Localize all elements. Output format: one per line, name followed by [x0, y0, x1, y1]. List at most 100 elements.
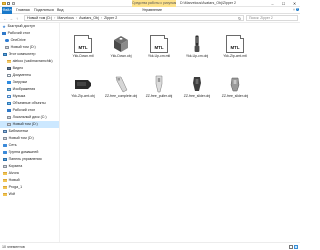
file-item[interactable]: MTL Ykk-Zip-cmt.mtl: [220, 27, 250, 63]
sidebar-item-music[interactable]: Музыка: [0, 93, 59, 100]
details-view-icon[interactable]: [288, 244, 293, 249]
sidebar-item-user-folder[interactable]: alekoo (vadimavramchik): [0, 58, 59, 65]
item-count: 10 элементов: [2, 244, 25, 249]
sidebar-item-documents[interactable]: Документы: [0, 72, 59, 79]
large-icons-view-icon[interactable]: [294, 244, 298, 249]
page-corner-icon: [163, 35, 168, 40]
library-icon: [3, 129, 7, 134]
quick-access-toolbar: [2, 1, 16, 6]
folder-icon: [7, 59, 11, 64]
pictures-icon: [7, 87, 11, 92]
mtl-file-icon: MTL: [150, 35, 168, 53]
sidebar-item-this-pc[interactable]: Этот компьютер: [0, 51, 59, 58]
file-name: ZZ-free_puller.obj: [145, 94, 173, 98]
file-name: Ykk-Zip-cmt.obj: [71, 94, 95, 98]
drive-icon: [3, 136, 7, 141]
recycle-bin-icon: [3, 164, 7, 169]
folder-icon: [3, 192, 7, 197]
sidebar-item-control-panel[interactable]: Панель управления: [0, 156, 59, 163]
file-badge: MTL: [230, 45, 240, 50]
sidebar-item-alvora[interactable]: Alvora: [0, 170, 59, 177]
sidebar-item-drive-c[interactable]: Локальный диск (C:): [0, 114, 59, 121]
breadcrumb-marvelous[interactable]: Marvelous: [57, 16, 74, 20]
drive-icon: [7, 122, 11, 127]
sidebar-item-desktop-2[interactable]: Рабочий стол: [0, 107, 59, 114]
file-name: ZZ-free_slider.obj: [221, 94, 249, 98]
zipper-slider-icon: [75, 80, 91, 89]
folder-icon: [3, 171, 7, 176]
sidebar-item-quick-access[interactable]: ★ Быстрый доступ: [0, 23, 59, 30]
zipper-head-icon: [193, 77, 201, 91]
file-item[interactable]: ZZ-free_slider.obj: [182, 67, 212, 103]
sidebar-item-3d-objects[interactable]: Объемные объекты: [0, 100, 59, 107]
file-name: ZZ-free_complete.obj: [104, 94, 138, 98]
file-name: Ykk-Down.obj: [110, 54, 132, 58]
sidebar-item-wdf[interactable]: Wdf: [0, 191, 59, 198]
file-item[interactable]: Ykk-Zip-cmt.obj: [68, 67, 98, 103]
breadcrumb-drive[interactable]: Новый том (D:): [27, 16, 52, 20]
star-icon: ★: [2, 23, 6, 29]
sidebar-item-recycle-bin[interactable]: Корзина: [0, 163, 59, 170]
up-button[interactable]: ↑: [16, 16, 18, 21]
window-controls: – ☐ ✕: [267, 0, 300, 7]
sidebar-item-drive-d-selected[interactable]: Новый том (D:): [0, 121, 59, 128]
refresh-icon[interactable]: ↻: [238, 16, 241, 21]
back-button[interactable]: ←: [3, 16, 7, 21]
sidebar-item-network[interactable]: Сеть: [0, 142, 59, 149]
picture-tools-context-tab[interactable]: Средства работы с рисунками: [132, 0, 176, 7]
zipper-puller-icon: [115, 76, 128, 93]
control-panel-icon: [3, 157, 7, 162]
expand-ribbon-icon[interactable]: ˅: [293, 8, 295, 12]
close-button[interactable]: ✕: [289, 0, 300, 7]
zipper-pull-icon: [194, 35, 200, 52]
search-input[interactable]: Поиск: Zipper 2: [246, 15, 298, 21]
sidebar-item-downloads[interactable]: Загрузки: [0, 79, 59, 86]
sidebar-item-onedrive[interactable]: OneDrive: [0, 37, 59, 44]
file-item[interactable]: Ykk-Up-cm.obj: [182, 27, 212, 63]
file-item[interactable]: Ykk-Down.obj: [106, 27, 136, 63]
downloads-icon: [7, 80, 11, 85]
file-name: Ykk-Down.mtl: [72, 54, 94, 58]
page-corner-icon: [239, 35, 244, 40]
file-item[interactable]: ZZ-free_complete.obj: [104, 67, 138, 103]
sidebar-item-drive-d[interactable]: Новый том (D:): [0, 44, 59, 51]
homegroup-icon: [3, 150, 7, 155]
sidebar-item-new[interactable]: Новый: [0, 177, 59, 184]
file-item[interactable]: MTL Ykk-Down.mtl: [68, 27, 98, 63]
help-icon[interactable]: ?: [295, 8, 299, 12]
breadcrumb-avatars-obj[interactable]: Avatars_Obj: [79, 16, 99, 20]
sidebar-item-libraries[interactable]: Библиотеки: [0, 128, 59, 135]
forward-button[interactable]: →: [9, 16, 13, 21]
sidebar-item-drive-d-3[interactable]: Новый том (D:): [0, 135, 59, 142]
sidebar-item-proga[interactable]: Proga_1: [0, 184, 59, 191]
sidebar-item-pictures[interactable]: Изображения: [0, 86, 59, 93]
navigation-pane[interactable]: ★ Быстрый доступ Рабочий стол OneDrive Но…: [0, 23, 60, 242]
file-list[interactable]: MTL Ykk-Down.mtl Ykk-Down.obj MTL Ykk-Up…: [60, 23, 300, 242]
file-item[interactable]: ZZ-free_puller.obj: [144, 67, 174, 103]
file-item[interactable]: MTL Ykk-Up-cm.mtl: [144, 27, 174, 63]
sidebar-item-video[interactable]: Видео: [0, 65, 59, 72]
view-switcher: [288, 244, 298, 249]
minimize-button[interactable]: –: [267, 0, 278, 7]
video-icon: [7, 66, 11, 71]
music-icon: [7, 94, 11, 99]
mtl-file-icon: MTL: [226, 35, 244, 53]
file-name: ZZ-free_slider.obj: [183, 94, 211, 98]
3d-objects-icon: [7, 101, 11, 106]
sidebar-item-desktop[interactable]: Рабочий стол: [0, 30, 59, 37]
maximize-button[interactable]: ☐: [278, 0, 289, 7]
status-bar: 10 элементов: [0, 242, 300, 250]
3d-cube-icon: [114, 36, 128, 52]
chevron-right-icon: ›: [54, 16, 56, 20]
properties-icon[interactable]: [6, 1, 11, 6]
new-folder-icon[interactable]: [11, 1, 16, 6]
chevron-right-icon: ›: [100, 16, 103, 20]
breadcrumb-zipper-2[interactable]: Zipper 2: [104, 16, 117, 20]
file-name: Ykk-Up-cm.mtl: [147, 54, 171, 58]
file-item[interactable]: ZZ-free_slider.obj: [220, 67, 250, 103]
sidebar-item-homegroup[interactable]: Группа домашней: [0, 149, 59, 156]
mtl-file-icon: MTL: [74, 35, 92, 53]
address-bar[interactable]: Новый том (D:) › Marvelous › Avatars_Obj…: [24, 15, 244, 21]
folder-icon[interactable]: [2, 1, 6, 6]
file-badge: MTL: [154, 45, 164, 50]
